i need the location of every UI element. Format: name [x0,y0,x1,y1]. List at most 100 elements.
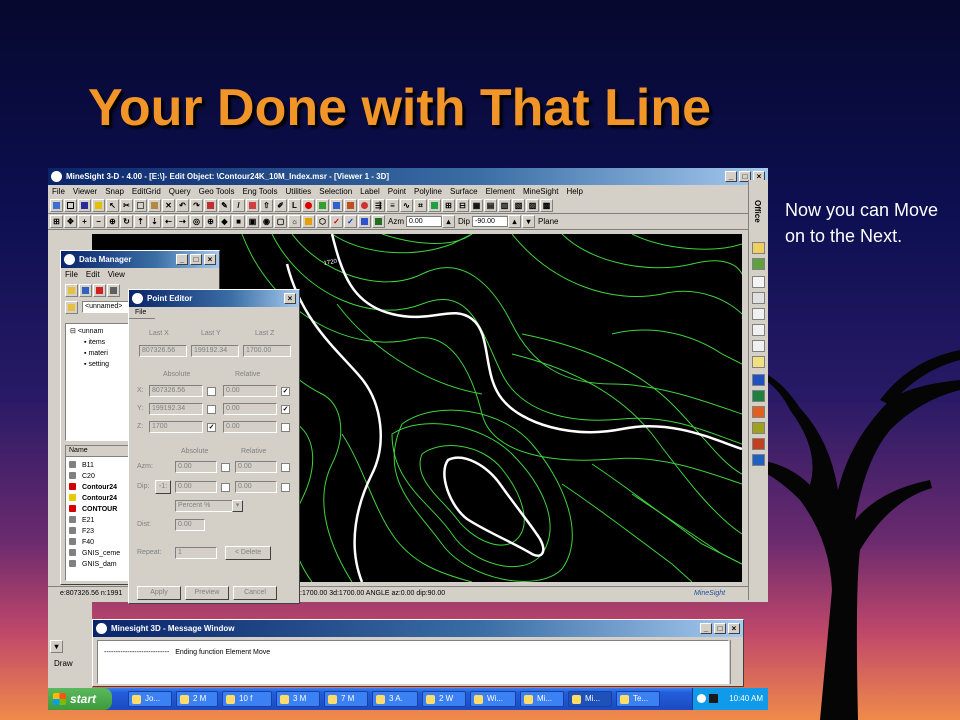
dm-tree-materials[interactable]: ▪ materi [70,348,128,359]
menu-snap[interactable]: Snap [105,187,124,196]
smooth-icon[interactable]: ∿ [400,199,413,212]
dm-menu-view[interactable]: View [108,270,125,279]
task-button[interactable]: 2 M [176,691,218,707]
task-button[interactable]: Mi... [520,691,564,707]
pe-z-abs-field[interactable]: 1700 [149,421,203,433]
pe-azm-rel-field[interactable]: 0.00 [235,461,277,473]
dm-minimize-button[interactable]: _ [176,254,188,265]
menu-eng-tools[interactable]: Eng Tools [242,187,277,196]
pan-icon[interactable]: ✥ [64,215,77,228]
zoom-in-icon[interactable]: + [78,215,91,228]
dm-list-item[interactable]: Contour24 [68,493,128,504]
dm-list-item[interactable]: F23 [68,526,128,537]
rotate-icon[interactable]: ↻ [120,215,133,228]
network-tray-icon[interactable] [709,694,718,703]
box-icon[interactable]: ▦ [470,199,483,212]
dm-up-folder-icon[interactable] [65,300,78,314]
menu-polyline[interactable]: Polyline [414,187,442,196]
table-icon[interactable]: ⊟ [456,199,469,212]
dm-list-item[interactable]: B11 [68,460,128,471]
office-word-icon[interactable] [752,374,765,386]
view-down-icon[interactable]: ⇣ [148,215,161,228]
dm-material-icon[interactable] [93,283,106,297]
dm-list-item[interactable]: Contour24 [68,482,128,493]
menu-utilities[interactable]: Utilities [285,187,311,196]
cube-icon[interactable]: ▢ [274,215,287,228]
surface-icon[interactable] [428,199,441,212]
pe-azm-abs-field[interactable]: 0.00 [175,461,217,473]
cut-icon[interactable]: ✂ [120,199,133,212]
view-window-icon[interactable] [372,215,385,228]
office-task-icon[interactable] [752,324,765,336]
view-up-icon[interactable]: ⇡ [134,215,147,228]
dm-maximize-button[interactable]: □ [190,254,202,265]
pe-apply-button[interactable]: Apply [137,586,181,600]
menu-label[interactable]: Label [360,187,380,196]
split-icon[interactable] [316,199,329,212]
move-icon[interactable]: ⇧ [260,199,273,212]
dm-menu-file[interactable]: File [65,270,78,279]
office-web-icon[interactable] [752,454,765,466]
task-button[interactable]: 3 M [276,691,320,707]
crosshair-icon[interactable]: ⊕ [204,215,217,228]
filter-icon[interactable]: ▤ [484,199,497,212]
pe-x-abs-check[interactable] [207,387,216,396]
menu-file[interactable]: File [52,187,65,196]
densify-icon[interactable]: ⇶ [372,199,385,212]
task-button[interactable]: Wi... [470,691,516,707]
paste-icon[interactable] [148,199,161,212]
menu-editgrid[interactable]: EditGrid [132,187,161,196]
message-window-titlebar[interactable]: Minesight 3D - Message Window _ □ × [93,620,743,637]
office-calendar-icon[interactable] [752,308,765,320]
thin-icon[interactable]: ≡ [386,199,399,212]
office-access-icon[interactable] [752,422,765,434]
pointer-icon[interactable]: ↖ [106,199,119,212]
slice-icon[interactable]: ▥ [498,199,511,212]
undo-icon[interactable]: ↶ [176,199,189,212]
pe-azm-abs-check[interactable] [221,463,230,472]
diamond-icon[interactable]: ◆ [218,215,231,228]
frame-icon[interactable]: ▣ [246,215,259,228]
office-mail-icon[interactable] [752,292,765,304]
grid-icon[interactable] [64,199,77,212]
pe-x-abs-field[interactable]: 807326.56 [149,385,203,397]
menu-selection[interactable]: Selection [319,187,352,196]
join-icon[interactable] [330,199,343,212]
menu-help[interactable]: Help [567,187,583,196]
pe-dip-abs-field[interactable]: 0.00 [175,481,217,493]
msg-minimize-button[interactable]: _ [700,623,712,634]
menu-surface[interactable]: Surface [450,187,478,196]
task-button[interactable]: 3 A. [372,691,418,707]
polyline-icon[interactable] [204,199,217,212]
start-button[interactable]: start [48,688,112,710]
pe-dip-rel-field[interactable]: 0.00 [235,481,277,493]
office-outlook-icon[interactable] [752,438,765,450]
pe-percent-dropdown-icon[interactable]: ▾ [232,500,243,512]
dip-field[interactable]: -90.00 [472,216,509,227]
zoom-extents-icon[interactable]: ⊕ [106,215,119,228]
dm-list-item[interactable]: CONTOUR [68,504,128,515]
draw-line-icon[interactable]: ✓ [330,215,343,228]
pe-last-y-field[interactable]: 199192.34 [191,345,239,357]
dm-props-icon[interactable] [107,283,120,297]
grid-view-icon[interactable]: ⊞ [50,215,63,228]
redo-icon[interactable]: ↷ [190,199,203,212]
menu-point[interactable]: Point [388,187,406,196]
dm-list-item[interactable]: GNIS_dam [68,559,128,570]
dm-close-button[interactable]: × [204,254,216,265]
office-new-icon[interactable] [752,258,765,270]
minimize-button[interactable]: _ [725,171,737,182]
dm-menu-edit[interactable]: Edit [86,270,100,279]
pe-z-rel-check[interactable] [281,423,290,432]
pe-azm-rel-check[interactable] [281,463,290,472]
draw-icon[interactable]: ✎ [218,199,231,212]
task-button-active[interactable]: Mi... [568,691,612,707]
material-icon[interactable] [302,215,315,228]
dm-tree-settings[interactable]: ▪ setting [70,359,128,370]
layer-icon[interactable] [358,215,371,228]
azm-field[interactable]: 0.00 [406,216,442,227]
dm-list-item[interactable]: E21 [68,515,128,526]
draw-arrow-icon[interactable]: ▾ [50,640,63,653]
dm-list-header[interactable]: Name [66,446,128,457]
azm-spin-icon[interactable]: ▴ [442,215,455,228]
